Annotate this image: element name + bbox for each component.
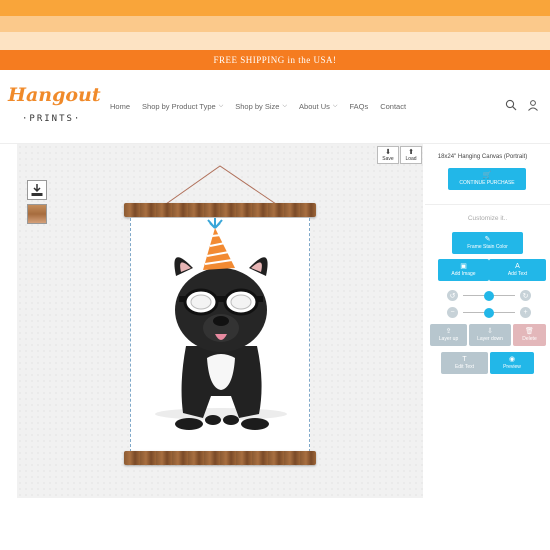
- load-icon: ⬆: [408, 148, 414, 156]
- edit-text-label: Edit Text: [454, 364, 475, 370]
- frame-stain-label: Frame Stain Color: [467, 244, 508, 250]
- layer-down-button[interactable]: ⇩ Layer down: [469, 324, 511, 346]
- rotate-slider[interactable]: ↺ ↻: [447, 290, 531, 302]
- add-text-button[interactable]: A Add Text: [489, 259, 546, 281]
- edit-text-button[interactable]: T Edit Text: [441, 352, 488, 374]
- brand-logo[interactable]: Hangout ·PRINTS·: [8, 84, 101, 134]
- bottom-wood-rail: [124, 451, 316, 465]
- brush-icon: ✎: [484, 236, 491, 243]
- canvas-print[interactable]: [130, 218, 310, 452]
- cart-icon: 🛒: [482, 172, 492, 179]
- scale-knob[interactable]: [484, 308, 494, 318]
- image-icon: ▣: [460, 263, 467, 270]
- brand-logo-sub: ·PRINTS·: [22, 114, 82, 124]
- product-title: 18x24" Hanging Canvas (Portrait): [437, 154, 528, 160]
- customizer-panel: 18x24" Hanging Canvas (Portrait) 🛒 CONTI…: [425, 144, 550, 498]
- rotate-right-icon[interactable]: ↻: [520, 290, 531, 301]
- nav-product-type-label: Shop by Product Type: [142, 102, 216, 111]
- zoom-in-icon[interactable]: +: [520, 307, 531, 318]
- preview-button[interactable]: ◉ Preview: [490, 352, 534, 374]
- layer-down-icon: ⇩: [487, 328, 493, 335]
- nav-about-label: About Us: [299, 102, 330, 111]
- save-button[interactable]: ⬇ Save: [377, 146, 399, 164]
- top-wood-rail: [124, 203, 316, 217]
- site-header: Hangout ·PRINTS· Home Shop by Product Ty…: [0, 70, 550, 144]
- chevron-down-icon: ⌵: [218, 103, 224, 109]
- nav-faqs-label: FAQs: [349, 102, 369, 111]
- save-icon: ⬇: [385, 148, 391, 156]
- layer-up-button[interactable]: ⇪ Layer up: [430, 324, 467, 346]
- download-tool[interactable]: [27, 180, 47, 200]
- load-label: Load: [405, 155, 417, 162]
- download-icon: [31, 184, 43, 196]
- text-icon: A: [515, 263, 520, 270]
- nav-size-label: Shop by Size: [235, 102, 280, 111]
- eye-icon: ◉: [508, 356, 516, 363]
- continue-purchase-button[interactable]: 🛒 CONTINUE PURCHASE: [448, 168, 526, 190]
- layer-down-label: Layer down: [477, 336, 503, 342]
- rotate-knob[interactable]: [484, 291, 494, 301]
- add-image-button[interactable]: ▣ Add Image: [438, 259, 489, 281]
- scale-slider[interactable]: − +: [447, 307, 531, 319]
- top-stripe-3: [0, 32, 550, 50]
- delete-label: Delete: [522, 336, 537, 342]
- nav-contact-label: Contact: [380, 102, 407, 111]
- shipping-banner: FREE SHIPPING in the USA!: [0, 50, 550, 70]
- main-nav: Home Shop by Product Type ⌵ Shop by Size ⌵…: [110, 102, 406, 111]
- load-button[interactable]: ⬆ Load: [400, 146, 422, 164]
- brand-logo-script: Hangout: [8, 84, 101, 106]
- panel-divider: [425, 204, 550, 205]
- preview-label: Preview: [503, 364, 521, 370]
- bulldog-artwork: [155, 218, 287, 430]
- chevron-down-icon: ⌵: [282, 103, 288, 109]
- top-stripe-1: [0, 0, 550, 16]
- nav-shop-by-size[interactable]: Shop by Size ⌵: [235, 102, 287, 111]
- layer-up-icon: ⇪: [445, 328, 452, 335]
- nav-faqs[interactable]: FAQs: [349, 102, 368, 111]
- nav-home[interactable]: Home: [110, 102, 130, 111]
- search-icon[interactable]: [504, 98, 518, 112]
- top-stripe-2: [0, 16, 550, 32]
- nav-contact[interactable]: Contact: [380, 102, 406, 111]
- nav-home-label: Home: [110, 102, 131, 111]
- account-icon[interactable]: [526, 98, 540, 112]
- zoom-out-icon[interactable]: −: [447, 307, 458, 318]
- edit-text-icon: T: [462, 356, 467, 363]
- layer-up-label: Layer up: [438, 336, 459, 342]
- rotate-left-icon[interactable]: ↺: [447, 290, 458, 301]
- trash-icon: 🗑: [525, 328, 534, 335]
- nav-about-us[interactable]: About Us ⌵: [299, 102, 337, 111]
- customize-heading: Customize it..: [467, 215, 508, 222]
- continue-purchase-label: CONTINUE PURCHASE: [459, 180, 515, 186]
- wood-stain-swatch[interactable]: [27, 204, 47, 224]
- add-text-label: Add Text: [507, 271, 528, 277]
- save-label: Save: [382, 155, 394, 162]
- nav-shop-by-product-type[interactable]: Shop by Product Type ⌵: [142, 102, 223, 111]
- chevron-down-icon: ⌵: [332, 103, 338, 109]
- add-image-label: Add Image: [451, 271, 476, 277]
- delete-button[interactable]: 🗑 Delete: [513, 324, 546, 346]
- frame-stain-color-button[interactable]: ✎ Frame Stain Color: [452, 232, 523, 254]
